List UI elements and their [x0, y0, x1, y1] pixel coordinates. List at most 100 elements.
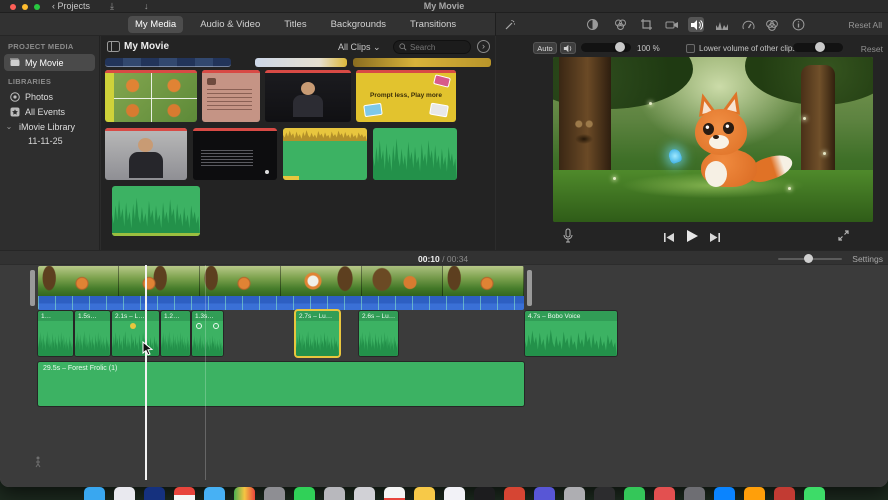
dock-app-icon[interactable]: [534, 487, 555, 500]
trim-handle-right[interactable]: [527, 270, 532, 306]
music-clip-forest-frolic[interactable]: 29.5s – Forest Frolic (1): [38, 362, 524, 406]
thumbnail-presenter-webcam[interactable]: [105, 128, 187, 180]
timeline-zoom-slider[interactable]: [778, 254, 842, 263]
dock-app-icon[interactable]: [174, 487, 195, 500]
audio-clip[interactable]: 1.3s…: [192, 311, 223, 356]
sidebar-item-photos[interactable]: Photos: [0, 89, 99, 104]
dock-app-icon[interactable]: [654, 487, 675, 500]
dock-app-icon[interactable]: [234, 487, 255, 500]
dock-app-icon[interactable]: [84, 487, 105, 500]
timeline-settings-button[interactable]: Settings: [852, 254, 883, 264]
color-balance-icon[interactable]: [584, 17, 600, 32]
sidebar-item-my-movie[interactable]: My Movie: [4, 54, 95, 71]
clip-info-icon[interactable]: [790, 17, 806, 32]
dock-app-icon[interactable]: [684, 487, 705, 500]
audio-clip[interactable]: 1…: [38, 311, 73, 356]
reset-all-button[interactable]: Reset All: [848, 20, 882, 30]
voiceover-mic-button[interactable]: [562, 228, 574, 249]
dock-app-icon[interactable]: [264, 487, 285, 500]
dock-app-icon[interactable]: [504, 487, 525, 500]
audio-clip[interactable]: 1.5s…: [75, 311, 110, 356]
crop-icon[interactable]: [638, 17, 654, 32]
trim-handle-left[interactable]: [30, 270, 35, 306]
all-clips-filter[interactable]: All Clips ⌄: [338, 42, 381, 53]
sidebar-item-event-date[interactable]: 11-11-25: [0, 134, 99, 148]
fullscreen-button[interactable]: [837, 229, 850, 247]
thumbnail-notes-card[interactable]: [202, 70, 260, 122]
thumbnail-partial-2[interactable]: [255, 58, 347, 67]
tab-titles[interactable]: Titles: [277, 16, 313, 33]
timeline[interactable]: 1… 1.5s… 2.1s – L… 1.2… 1.3s… 2.7s – Lu……: [0, 265, 888, 487]
play-button[interactable]: [685, 229, 699, 248]
clip-appearance-button[interactable]: ›: [477, 40, 490, 53]
mute-button[interactable]: [560, 42, 576, 54]
volume-icon[interactable]: [688, 17, 704, 32]
audio-clip[interactable]: 1.2…: [161, 311, 190, 356]
thumbnail-partial-1[interactable]: [105, 58, 231, 67]
dock-app-icon[interactable]: [624, 487, 645, 500]
dock-app-icon[interactable]: [474, 487, 495, 500]
search-input[interactable]: [410, 42, 465, 52]
dock-app-icon[interactable]: [564, 487, 585, 500]
audio-clip-selected[interactable]: 2.7s – Lu…: [296, 311, 339, 356]
dock-app-icon[interactable]: [204, 487, 225, 500]
video-audio-waveform[interactable]: [38, 296, 524, 310]
dock-app-icon[interactable]: [714, 487, 735, 500]
timecode: 00:10 / 00:34: [418, 254, 468, 264]
dock-app-icon[interactable]: [144, 487, 165, 500]
tab-audio-video[interactable]: Audio & Video: [193, 16, 267, 33]
search-field[interactable]: [393, 40, 471, 54]
dock-app-icon[interactable]: [744, 487, 765, 500]
clip-filter-icon[interactable]: [764, 17, 780, 32]
tab-transitions[interactable]: Transitions: [403, 16, 463, 33]
dock-app-icon[interactable]: [324, 487, 345, 500]
lower-volume-checkbox[interactable]: [686, 44, 695, 53]
dock-app-icon[interactable]: [414, 487, 435, 500]
auto-volume-button[interactable]: Auto: [533, 42, 557, 54]
dock-app-icon[interactable]: [774, 487, 795, 500]
thumbnail-audio-highlighted[interactable]: [283, 128, 367, 180]
clip-badge-icon: [196, 323, 202, 329]
dock-app-icon[interactable]: [444, 487, 465, 500]
disclosure-chevron-icon[interactable]: ⌄: [4, 122, 14, 132]
skip-forward-button[interactable]: [709, 230, 721, 248]
lower-volume-slider-knob[interactable]: [815, 42, 825, 52]
thumbnail-audio-clip[interactable]: [373, 128, 457, 180]
stabilization-icon[interactable]: [664, 17, 680, 32]
sidebar-item-all-events[interactable]: All Events: [0, 104, 99, 119]
tab-backgrounds[interactable]: Backgrounds: [324, 16, 393, 33]
volume-slider-knob[interactable]: [615, 42, 625, 52]
dock[interactable]: [84, 487, 880, 500]
color-correction-icon[interactable]: [612, 17, 628, 32]
firefly: [823, 152, 826, 155]
dock-app-icon[interactable]: [804, 487, 825, 500]
dock-app-icon[interactable]: [594, 487, 615, 500]
noise-reduction-icon[interactable]: [714, 17, 730, 32]
dock-app-icon[interactable]: [114, 487, 135, 500]
thumbnail-fox-collage[interactable]: [105, 70, 197, 122]
timeline-zoom-knob[interactable]: [804, 254, 813, 263]
audio-clip-bobo-voice[interactable]: 4.7s – Bobo Voice: [525, 311, 617, 356]
volume-slider[interactable]: [581, 42, 631, 52]
sidebar-item-imovie-library[interactable]: ⌄ iMovie Library: [0, 119, 99, 134]
tab-my-media[interactable]: My Media: [128, 16, 184, 33]
skip-back-button[interactable]: [663, 230, 675, 248]
thumbnail-prompt-card[interactable]: Prompt less, Play more: [356, 70, 456, 122]
dock-app-icon[interactable]: [384, 487, 405, 500]
reset-volume-button[interactable]: Reset: [861, 44, 883, 54]
enhance-wand-icon[interactable]: [502, 17, 518, 32]
thumbnail-presenter-dark[interactable]: [265, 70, 351, 122]
sidebar-toggle-icon[interactable]: [105, 39, 121, 54]
favorite-marker: [356, 70, 456, 73]
video-clip-filmstrip[interactable]: [38, 266, 524, 296]
playhead[interactable]: [145, 265, 147, 480]
speed-icon[interactable]: [740, 17, 756, 32]
dock-app-icon[interactable]: [354, 487, 375, 500]
video-preview[interactable]: [553, 57, 873, 222]
dock-app-icon[interactable]: [294, 487, 315, 500]
lower-volume-slider[interactable]: [793, 42, 843, 52]
audio-clip[interactable]: 2.6s – Lu…: [359, 311, 398, 356]
thumbnail-audio-clip[interactable]: [112, 186, 200, 236]
thumbnail-partial-3[interactable]: [353, 58, 491, 67]
thumbnail-terminal[interactable]: [193, 128, 277, 180]
